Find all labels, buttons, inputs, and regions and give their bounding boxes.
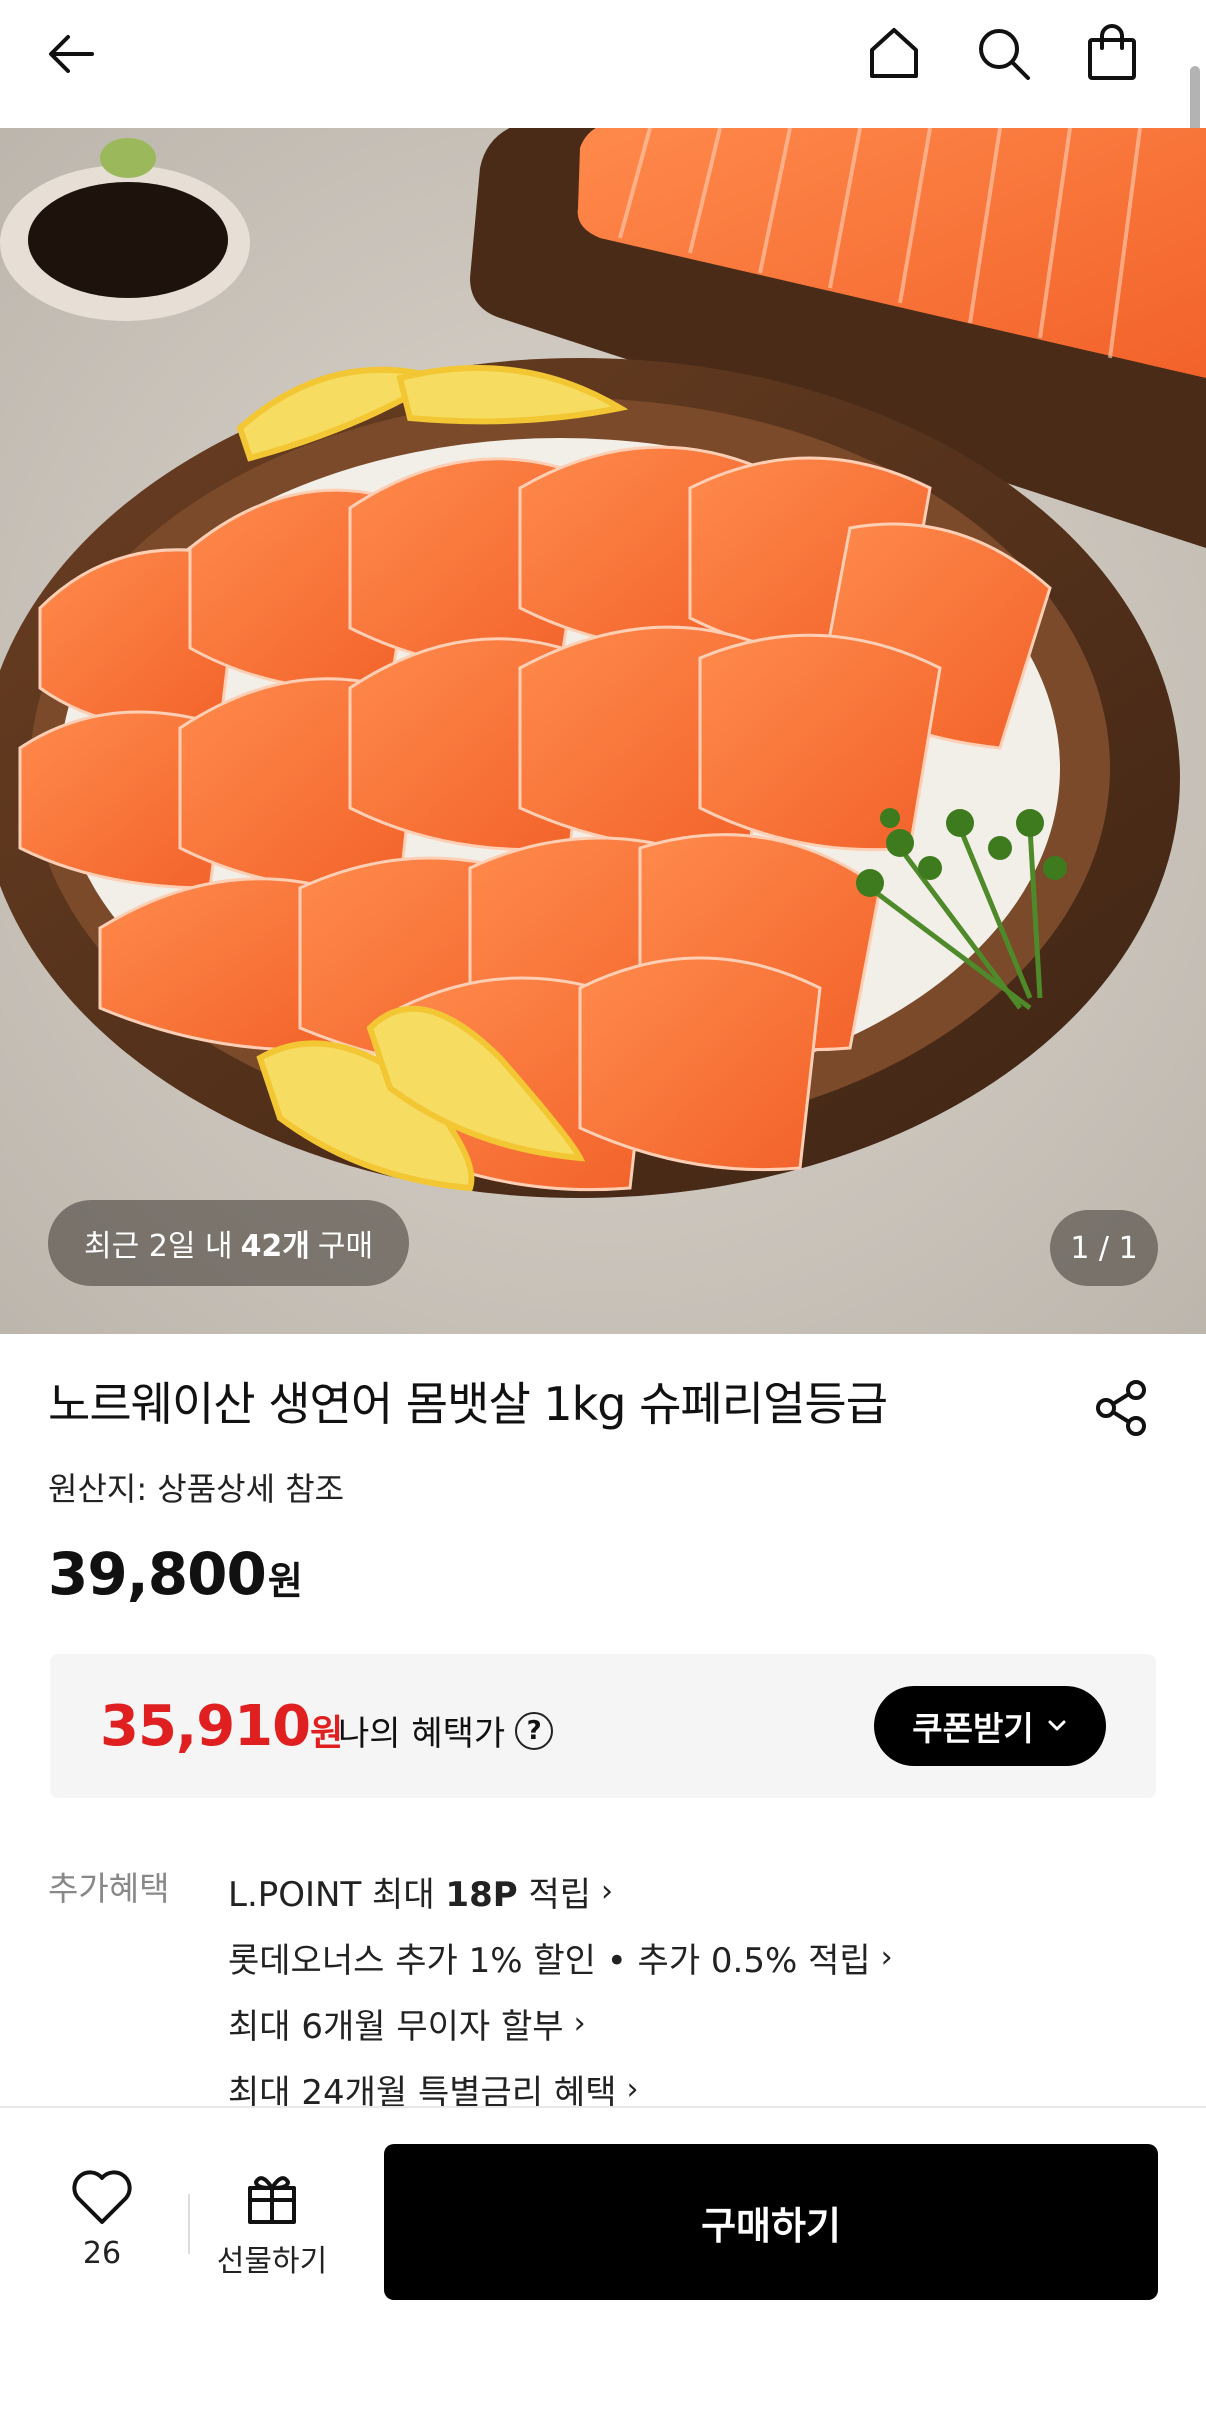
- price-unit: 원: [267, 1559, 303, 1603]
- benefit-bold: 18P: [445, 1874, 518, 1915]
- benefit-text: 적립: [517, 1874, 592, 1915]
- coupon-button-label: 쿠폰받기: [912, 1709, 1034, 1748]
- buy-button[interactable]: 구매하기: [384, 2144, 1158, 2300]
- chevron-down-icon: [1048, 1720, 1066, 1731]
- product-title: 노르웨이산 생연어 몸뱃살 1kg 슈페리얼등급: [48, 1377, 888, 1431]
- salmon-sashimi-photo: [0, 128, 1206, 1334]
- extra-benefits-label: 추가혜택: [48, 1869, 170, 1908]
- top-header: [0, 0, 1206, 128]
- chevron-right-icon: ›: [573, 2005, 586, 2041]
- extra-benefit-owners[interactable]: 롯데오너스 추가 1% 할인 • 추가 0.5% 적립 ›: [228, 1924, 893, 1990]
- shopping-bag-icon: [1088, 24, 1136, 80]
- arrow-left-icon: [49, 35, 94, 73]
- share-icon: [1096, 1380, 1146, 1436]
- heart-icon: [72, 2170, 132, 2224]
- benefit-price: 35,910원: [100, 1694, 343, 1759]
- help-icon[interactable]: ?: [515, 1711, 554, 1750]
- divider: [188, 2194, 190, 2254]
- back-button[interactable]: [40, 22, 104, 86]
- chevron-right-icon: ›: [601, 1873, 614, 1909]
- like-count: 26: [82, 2236, 122, 2271]
- share-button[interactable]: [1090, 1376, 1154, 1440]
- benefit-text: 롯데오너스 추가 1% 할인 • 추가 0.5% 적립: [228, 1940, 871, 1981]
- get-coupon-button[interactable]: 쿠폰받기: [874, 1686, 1106, 1766]
- chevron-right-icon: ›: [626, 2071, 639, 2107]
- benefit-price-box: 35,910원 나의 혜택가 ? 쿠폰받기: [50, 1654, 1156, 1798]
- benefit-label: 나의 혜택가 ?: [338, 1706, 554, 1755]
- recent-prefix: 최근 2일 내: [84, 1229, 233, 1264]
- gift-button[interactable]: 선물하기: [206, 2168, 338, 2288]
- benefit-text: L.POINT 최대: [228, 1874, 446, 1915]
- benefit-text: 최대 6개월 무이자 할부: [228, 2006, 564, 2047]
- product-image-carousel[interactable]: 최근 2일 내 42개 구매 1 / 1: [0, 128, 1206, 1334]
- recent-suffix: 구매: [317, 1229, 374, 1264]
- home-icon: [870, 28, 918, 78]
- bottom-action-bar: 26 선물하기 구매하기: [0, 2106, 1206, 2436]
- benefit-label-text: 나의 혜택가: [338, 1714, 506, 1754]
- search-button[interactable]: [972, 22, 1036, 86]
- extra-benefit-lpoint[interactable]: L.POINT 최대 18P 적립 ›: [228, 1858, 893, 1924]
- chevron-right-icon: ›: [880, 1939, 893, 1975]
- search-icon: [979, 29, 1030, 80]
- recent-purchase-badge: 최근 2일 내 42개 구매: [48, 1200, 410, 1286]
- extra-benefit-installment[interactable]: 최대 6개월 무이자 할부 ›: [228, 1990, 893, 2056]
- extra-benefits-list: L.POINT 최대 18P 적립 › 롯데오너스 추가 1% 할인 • 추가 …: [228, 1858, 893, 2122]
- gift-icon: [248, 2176, 296, 2224]
- price-value: 39,800: [48, 1540, 267, 1608]
- home-button[interactable]: [862, 22, 926, 86]
- cart-button[interactable]: [1080, 22, 1144, 86]
- wishlist-button[interactable]: 26: [56, 2168, 148, 2288]
- recent-count: 42개: [240, 1229, 310, 1264]
- original-price: 39,800원: [48, 1540, 303, 1608]
- page-indicator: 1 / 1: [1050, 1210, 1158, 1286]
- benefit-price-value: 35,910: [100, 1694, 311, 1759]
- origin-info: 원산지: 상품상세 참조: [48, 1470, 345, 1508]
- gift-label: 선물하기: [216, 2244, 328, 2279]
